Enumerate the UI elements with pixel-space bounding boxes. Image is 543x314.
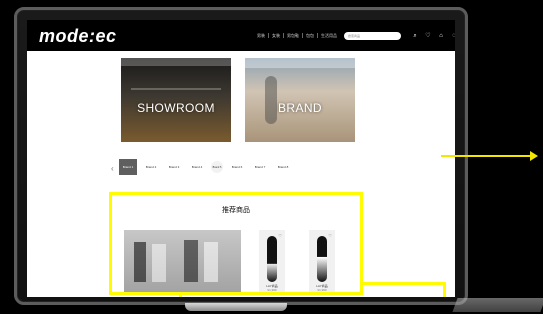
brand-figure [265, 76, 277, 124]
brand-window [245, 58, 355, 68]
nav-item[interactable]: 生活用品 [318, 33, 340, 38]
showroom-rail [131, 88, 221, 90]
featured-large-image[interactable] [124, 230, 241, 292]
showroom-banner[interactable]: SHOWROOM [121, 58, 231, 142]
hero-banners: SHOWROOM BRAND [121, 58, 364, 142]
product-image [267, 236, 277, 282]
top-navigation: 男装 女装 男包鞋 包包 生活用品 [254, 33, 340, 38]
large-image-figure [204, 242, 218, 282]
user-icon[interactable]: ◌ [450, 32, 455, 40]
laptop-frame: mode:ec 男装 女装 男包鞋 包包 生活用品 搜索商品 ⌕ ♡ ⌂ ◌ S… [14, 7, 468, 305]
brand-logo[interactable]: Brand 1 [119, 159, 137, 175]
product-card[interactable]: ♡ LAY商品 ¥1,990 [259, 230, 285, 292]
nav-item[interactable]: 女装 [269, 33, 284, 38]
product-image [317, 236, 327, 282]
header-icons: ⌕ ♡ ⌂ ◌ [411, 32, 455, 40]
search-input[interactable]: 搜索商品 [344, 32, 401, 40]
bag-icon[interactable]: ⌂ [437, 32, 445, 40]
laptop-screen-scene: mode:ec 男装 女装 男包鞋 包包 生活用品 搜索商品 ⌕ ♡ ⌂ ◌ S… [0, 0, 543, 314]
heart-icon[interactable]: ♡ [278, 233, 282, 238]
nav-item[interactable]: 男装 [254, 33, 269, 38]
brand-carousel: ‹ › Brand 1 Brand 2 Brand 3 Brand 4 Bran… [103, 151, 446, 297]
browser-screen: mode:ec 男装 女装 男包鞋 包包 生活用品 搜索商品 ⌕ ♡ ⌂ ◌ S… [27, 20, 455, 297]
search-icon[interactable]: ⌕ [411, 32, 419, 40]
large-image-figure [152, 244, 166, 282]
brand-logo[interactable]: Brand 6 [228, 159, 246, 175]
brand-logo[interactable]: Brand 2 [142, 159, 160, 175]
laptop-base-reflection [452, 298, 543, 312]
arrow-line [441, 155, 534, 157]
showroom-light [121, 58, 231, 66]
brand-logo[interactable]: Brand 4 [188, 159, 206, 175]
large-image-figure [184, 240, 198, 282]
laptop-base [185, 303, 287, 311]
arrow-right-icon [530, 151, 538, 161]
product-card[interactable]: ♡ LAY商品 ¥1,990 [309, 230, 335, 292]
brand-banner[interactable]: BRAND [245, 58, 355, 142]
search-placeholder: 搜索商品 [348, 34, 361, 38]
featured-title: 推荐商品 [222, 207, 250, 214]
heart-icon[interactable]: ♡ [328, 233, 332, 238]
brand-logo-list: Brand 1 Brand 2 Brand 3 Brand 4 Brand 5 … [119, 159, 292, 175]
brand-label: BRAND [277, 101, 322, 115]
large-image-figure [134, 242, 146, 282]
site-header: mode:ec 男装 女装 男包鞋 包包 生活用品 搜索商品 ⌕ ♡ ⌂ ◌ [27, 20, 455, 51]
brand-logo[interactable]: Brand 8 [274, 159, 292, 175]
site-logo[interactable]: mode:ec [39, 26, 117, 47]
brand-logo[interactable]: Brand 7 [251, 159, 269, 175]
chevron-left-icon[interactable]: ‹ [111, 164, 114, 173]
nav-item[interactable]: 包包 [303, 33, 318, 38]
showroom-label: SHOWROOM [137, 101, 215, 115]
product-price: ¥1,990 [317, 288, 327, 292]
featured-products-section: 推荐商品 ♡ LAY商品 ¥1,990 ♡ LAY商品 ¥1,990 [109, 192, 363, 295]
nav-item[interactable]: 男包鞋 [284, 33, 303, 38]
brand-logo[interactable]: Brand 5 [211, 161, 223, 173]
brand-logo[interactable]: Brand 3 [165, 159, 183, 175]
product-price: ¥1,990 [267, 288, 277, 292]
heart-icon[interactable]: ♡ [424, 32, 432, 40]
